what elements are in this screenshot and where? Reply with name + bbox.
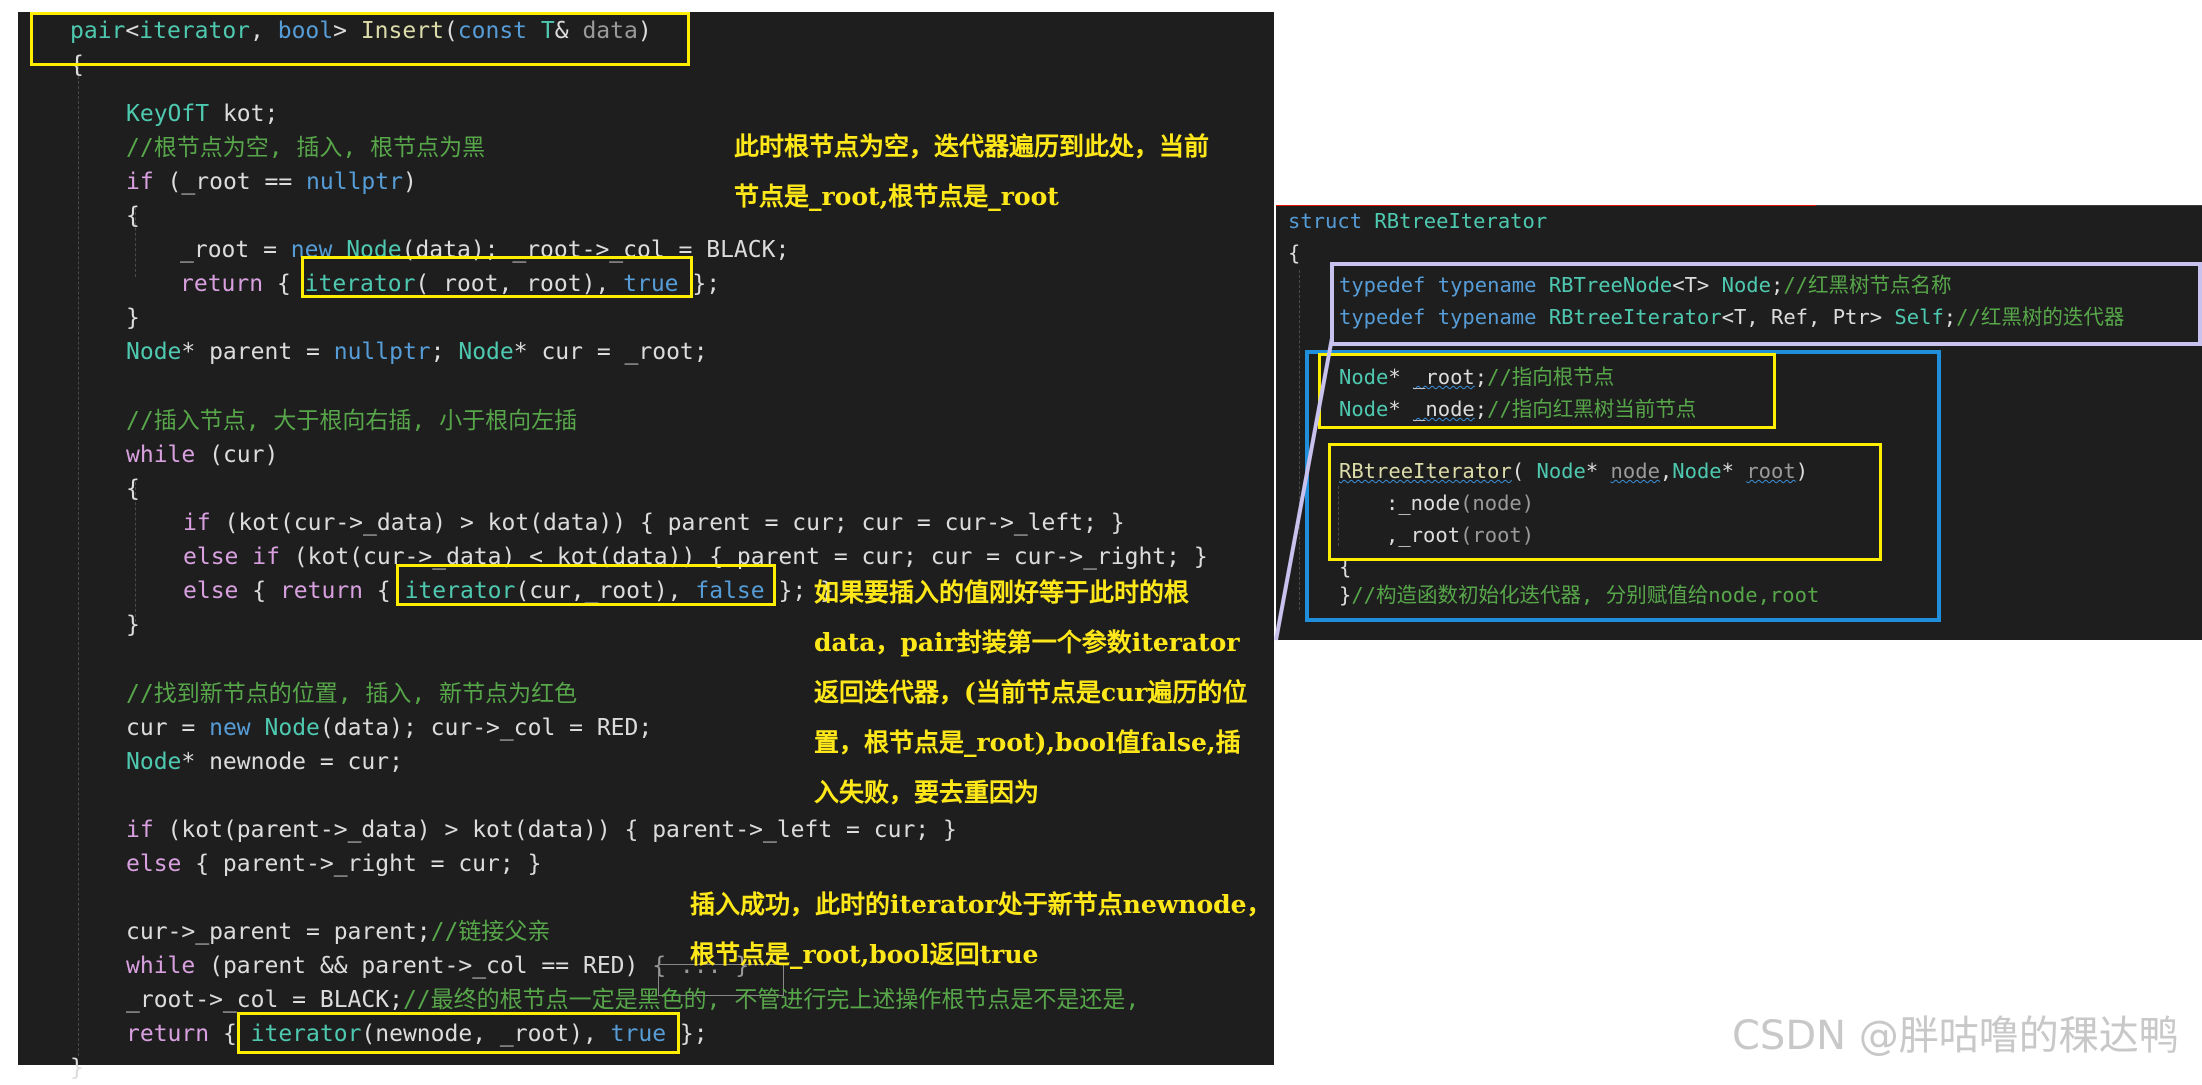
- note-duplicate-value: 如果要插入的值刚好等于此时的根 data，pair封装第一个参数iterator…: [814, 578, 1248, 807]
- code-comment-insert-node: //插入节点, 大于根向右插, 小于根向左插: [126, 408, 578, 434]
- code-line-6: {: [126, 203, 140, 229]
- code-line-17: }: [126, 612, 140, 638]
- code-line-13: {: [126, 476, 140, 502]
- code-line-22: else { parent->_right = cur; }: [126, 851, 542, 877]
- return-root-highlight-box: [301, 256, 693, 298]
- connector-line: [1274, 337, 1334, 641]
- code-line-3: KeyOfT kot;: [126, 101, 279, 127]
- rcode-line-2: {: [1288, 241, 1301, 265]
- code-comment-new-node: //找到新节点的位置, 插入, 新节点为红色: [126, 681, 578, 707]
- signature-highlight-box: [30, 12, 690, 66]
- code-line-24: while (parent && parent->_col == RED) { …: [126, 953, 750, 979]
- code-comment-root-empty: //根节点为空, 插入, 根节点为黑: [126, 135, 486, 161]
- code-line-14: if (kot(cur->_data) > kot(data)) { paren…: [183, 510, 1125, 536]
- code-line-27: }: [70, 1055, 84, 1081]
- code-line-23: cur->_parent = parent;//链接父亲: [126, 919, 551, 945]
- typedef-highlight-box: [1330, 262, 2202, 346]
- code-line-20: Node* newnode = cur;: [126, 749, 403, 775]
- code-line-12: while (cur): [126, 442, 279, 468]
- return-cur-highlight-box: [396, 564, 776, 606]
- code-line-10: Node* parent = nullptr; Node* cur = _roo…: [126, 339, 708, 365]
- note-insert-success: 插入成功，此时的iterator处于新节点newnode， 根节点是_root,…: [690, 890, 1272, 969]
- indent-guide: [78, 56, 79, 1056]
- constructor-highlight-box: [1328, 443, 1882, 561]
- code-line-9: }: [126, 305, 140, 331]
- return-newnode-highlight-box: [237, 1012, 680, 1054]
- rcode-line-1: struct RBtreeIterator: [1288, 209, 1548, 233]
- note-root-empty: 此时根节点为空，迭代器遍历到此处，当前 节点是_root,根节点是_root: [734, 132, 1210, 211]
- code-line-5: if (_root == nullptr): [126, 169, 417, 195]
- code-line-21: if (kot(parent->_data) > kot(data)) { pa…: [126, 817, 957, 843]
- member-pointers-highlight-box: [1318, 353, 1776, 429]
- code-line-19: cur = new Node(data); cur->_col = RED;: [126, 715, 653, 741]
- csdn-watermark: CSDN @胖咕噜的稞达鸭: [1732, 1013, 2179, 1059]
